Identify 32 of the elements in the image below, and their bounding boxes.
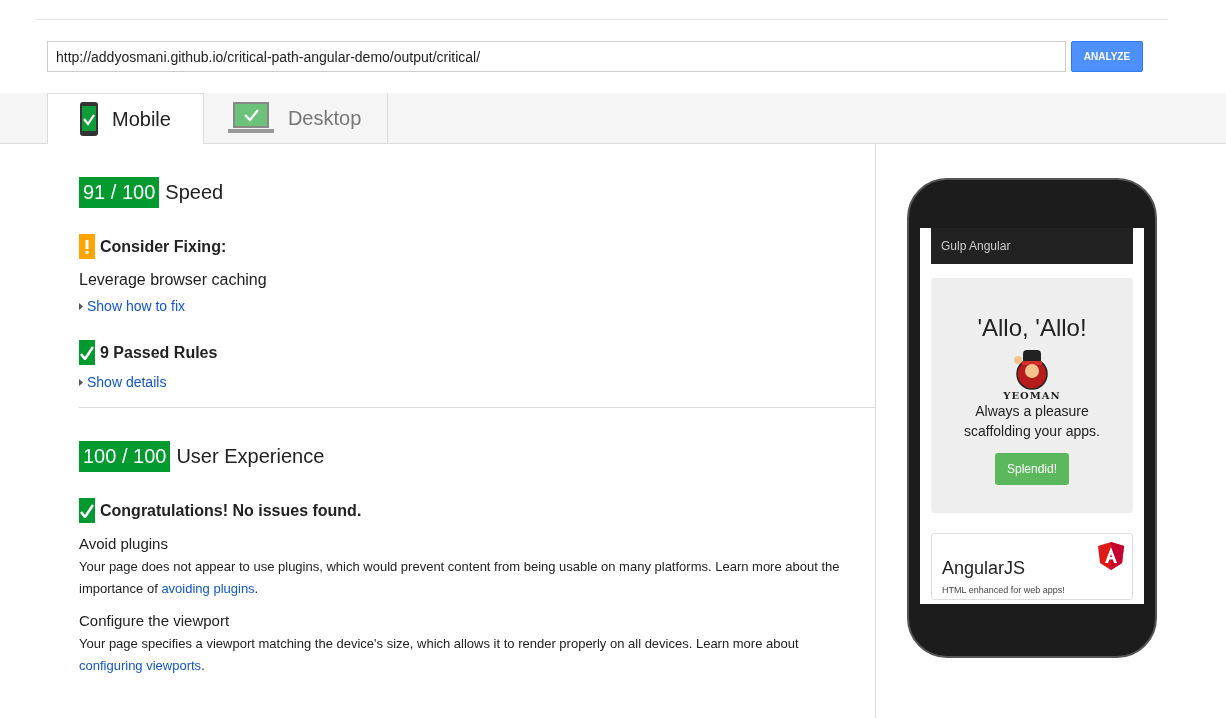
score-badge: 91 / 100 [79,177,160,208]
preview-heading: 'Allo, 'Allo! [977,314,1087,342]
phone-icon [80,102,98,136]
expand-arrow-icon [79,302,83,310]
device-tab[interactable]: Mobile [47,93,204,144]
logo-text: YEOMAN [1003,390,1061,401]
rule-title: Configure the viewport [79,612,231,629]
rule-description: Your page does not appear to use plugins, which would prevent content from being usable on many platforms. Learn more about the importance of avoiding plugins. [79,558,841,598]
navbar-title: Gulp Angular [941,239,1011,253]
score-badge: 100 / 100 [79,441,171,472]
rule-description: Your page specifies a viewport matching the device's size, which allows it to render properly on all devices. Learn more about configuring viewports. [79,635,800,675]
expand-arrow-icon [79,378,83,386]
preview-tagline: Always a pleasure scaffolding your apps. [963,402,1101,441]
section-title: Speed [165,181,224,204]
toggle-link[interactable]: Show details [87,374,167,390]
card-title: AngularJS [942,558,1027,579]
url-field[interactable]: http://addyosmani.github.io/critical-path-angular-demo/output/critical/ [47,41,1066,72]
shield-icon [1098,542,1124,570]
check-icon [79,498,95,523]
device-tab[interactable]: Desktop [203,93,389,143]
learn-more-link[interactable]: avoiding plugins [161,581,255,596]
group-heading: Congratulations! No issues found. [100,501,362,520]
card-text: HTML enhanced for web apps! [942,585,1066,595]
group-heading: Consider Fixing: [100,237,227,256]
group-heading: 9 Passed Rules [100,343,218,362]
warning-icon [79,234,95,259]
laptop-icon [227,102,274,134]
check-icon [79,340,95,365]
rule-title: Leverage browser caching [79,271,268,289]
toggle-link[interactable]: Show how to fix [87,298,186,314]
section-title: User Experience [176,445,325,468]
rule-title: Avoid plugins [79,535,169,552]
